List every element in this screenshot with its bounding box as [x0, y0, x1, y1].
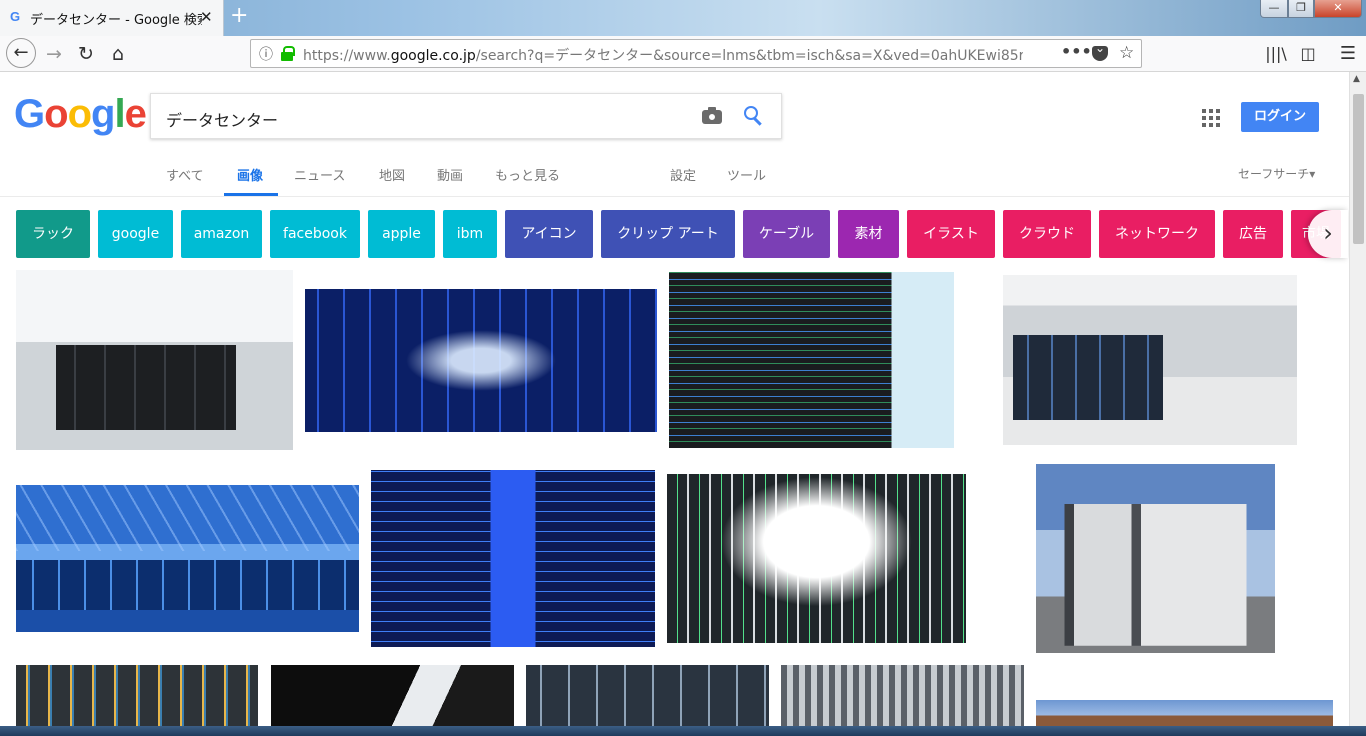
- result-image-cabling-racks[interactable]: [16, 665, 258, 726]
- result-image-blue-aisle-closeup[interactable]: [371, 470, 655, 647]
- os-taskbar: [0, 726, 1366, 736]
- chip-icon[interactable]: アイコン: [505, 210, 593, 258]
- logo-letter: o: [67, 92, 92, 136]
- chip-apple[interactable]: apple: [368, 210, 435, 258]
- library-icon[interactable]: |||\: [1262, 41, 1290, 69]
- result-image-server-room-black-racks[interactable]: [16, 270, 293, 450]
- login-button[interactable]: ログイン: [1241, 102, 1319, 132]
- tab-maps[interactable]: 地図: [379, 165, 405, 184]
- result-image-ceiling-racks[interactable]: [781, 665, 1024, 726]
- search-input[interactable]: データセンター: [166, 107, 278, 131]
- result-image-dark-aisle[interactable]: [271, 665, 514, 726]
- info-icon[interactable]: ⓘ: [259, 44, 273, 64]
- result-image-rack-rows-colorful[interactable]: [669, 272, 954, 448]
- window-maximize-button[interactable]: ❐: [1288, 0, 1314, 18]
- home-icon[interactable]: ⌂: [104, 41, 132, 69]
- search-tabs: すべて 画像 ニュース 地図 動画 もっと見る 設定 ツール セーフサーチ▾: [0, 155, 1366, 197]
- logo-letter: e: [124, 92, 147, 136]
- chevron-right-icon[interactable]: ›: [1308, 210, 1348, 258]
- tab-title: データセンター - Google 検索: [30, 13, 202, 28]
- window-minimize-button[interactable]: —: [1260, 0, 1288, 18]
- tab-news[interactable]: ニュース: [294, 165, 345, 184]
- chip-ad[interactable]: 広告: [1223, 210, 1283, 258]
- browser-toolbar: ← → ↻ ⌂ ⓘ https://www.google.co.jp/searc…: [0, 36, 1366, 72]
- chip-rack[interactable]: ラック: [16, 210, 90, 258]
- address-bar[interactable]: ⓘ https://www.google.co.jp/search?q=データセ…: [250, 39, 1142, 68]
- logo-letter: o: [44, 92, 68, 136]
- chip-google[interactable]: google: [98, 210, 173, 258]
- star-icon[interactable]: ☆: [1119, 43, 1134, 63]
- chip-network[interactable]: ネットワーク: [1099, 210, 1215, 258]
- forward-arrow-icon[interactable]: →: [40, 41, 68, 69]
- camera-icon[interactable]: [702, 106, 722, 124]
- google-apps-icon[interactable]: [1202, 109, 1220, 127]
- result-image-server-hall-gray[interactable]: [1003, 275, 1297, 445]
- chip-cable[interactable]: ケーブル: [743, 210, 830, 258]
- logo-letter: l: [114, 92, 125, 136]
- chip-facebook[interactable]: facebook: [270, 210, 360, 258]
- tab-images[interactable]: 画像: [237, 165, 263, 184]
- tab-settings[interactable]: 設定: [670, 165, 696, 184]
- sidebar-icon[interactable]: ◫: [1294, 41, 1322, 69]
- result-image-sky-building[interactable]: [1036, 700, 1333, 726]
- pocket-icon[interactable]: [1092, 41, 1108, 61]
- tab-tools[interactable]: ツール: [727, 165, 766, 184]
- url-text[interactable]: https://www.google.co.jp/search?q=データセンタ…: [303, 45, 1023, 65]
- chip-clip-art[interactable]: クリップ アート: [601, 210, 735, 258]
- logo-letter: G: [14, 92, 45, 136]
- safesearch-dropdown[interactable]: セーフサーチ▾: [1238, 165, 1315, 182]
- reload-icon[interactable]: ↻: [72, 41, 100, 69]
- new-tab-icon[interactable]: +: [230, 3, 248, 28]
- chip-cloud[interactable]: クラウド: [1003, 210, 1091, 258]
- page-scrollbar[interactable]: ▲: [1349, 72, 1366, 726]
- logo-letter: g: [91, 92, 115, 136]
- chip-amazon[interactable]: amazon: [181, 210, 262, 258]
- result-image-blue-corridor[interactable]: [305, 289, 657, 432]
- result-image-building-exterior[interactable]: [1036, 464, 1275, 653]
- window-close-button[interactable]: ✕: [1314, 0, 1362, 18]
- hamburger-menu-icon[interactable]: ☰: [1334, 41, 1362, 69]
- google-logo[interactable]: Google: [14, 92, 147, 137]
- tab-close-icon[interactable]: ✕: [200, 8, 213, 26]
- scrollbar-thumb[interactable]: [1353, 94, 1364, 244]
- scroll-up-arrow-icon[interactable]: ▲: [1353, 74, 1360, 84]
- chip-material[interactable]: 素材: [838, 210, 899, 258]
- active-tab-underline: [224, 193, 278, 196]
- result-image-blue-lit-hall[interactable]: [16, 485, 359, 632]
- chip-ibm[interactable]: ibm: [443, 210, 497, 258]
- browser-title-bar: G データセンター - Google 検索 ✕ + — ❐ ✕: [0, 0, 1366, 36]
- lock-icon: [281, 46, 295, 61]
- search-box[interactable]: データセンター: [150, 93, 782, 139]
- tab-more[interactable]: もっと見る: [495, 165, 560, 184]
- result-image-steel-racks[interactable]: [526, 665, 769, 726]
- tab-all[interactable]: すべて: [166, 165, 204, 184]
- google-favicon-icon: G: [10, 9, 21, 24]
- browser-tab[interactable]: G データセンター - Google 検索 ✕: [0, 0, 224, 36]
- chip-illustration[interactable]: イラスト: [907, 210, 995, 258]
- more-dots-icon[interactable]: •••: [1061, 42, 1092, 61]
- back-arrow-icon[interactable]: ←: [6, 38, 36, 68]
- search-icon[interactable]: [744, 106, 764, 126]
- tab-videos[interactable]: 動画: [437, 165, 463, 184]
- result-image-white-room-green-leds[interactable]: [667, 474, 966, 643]
